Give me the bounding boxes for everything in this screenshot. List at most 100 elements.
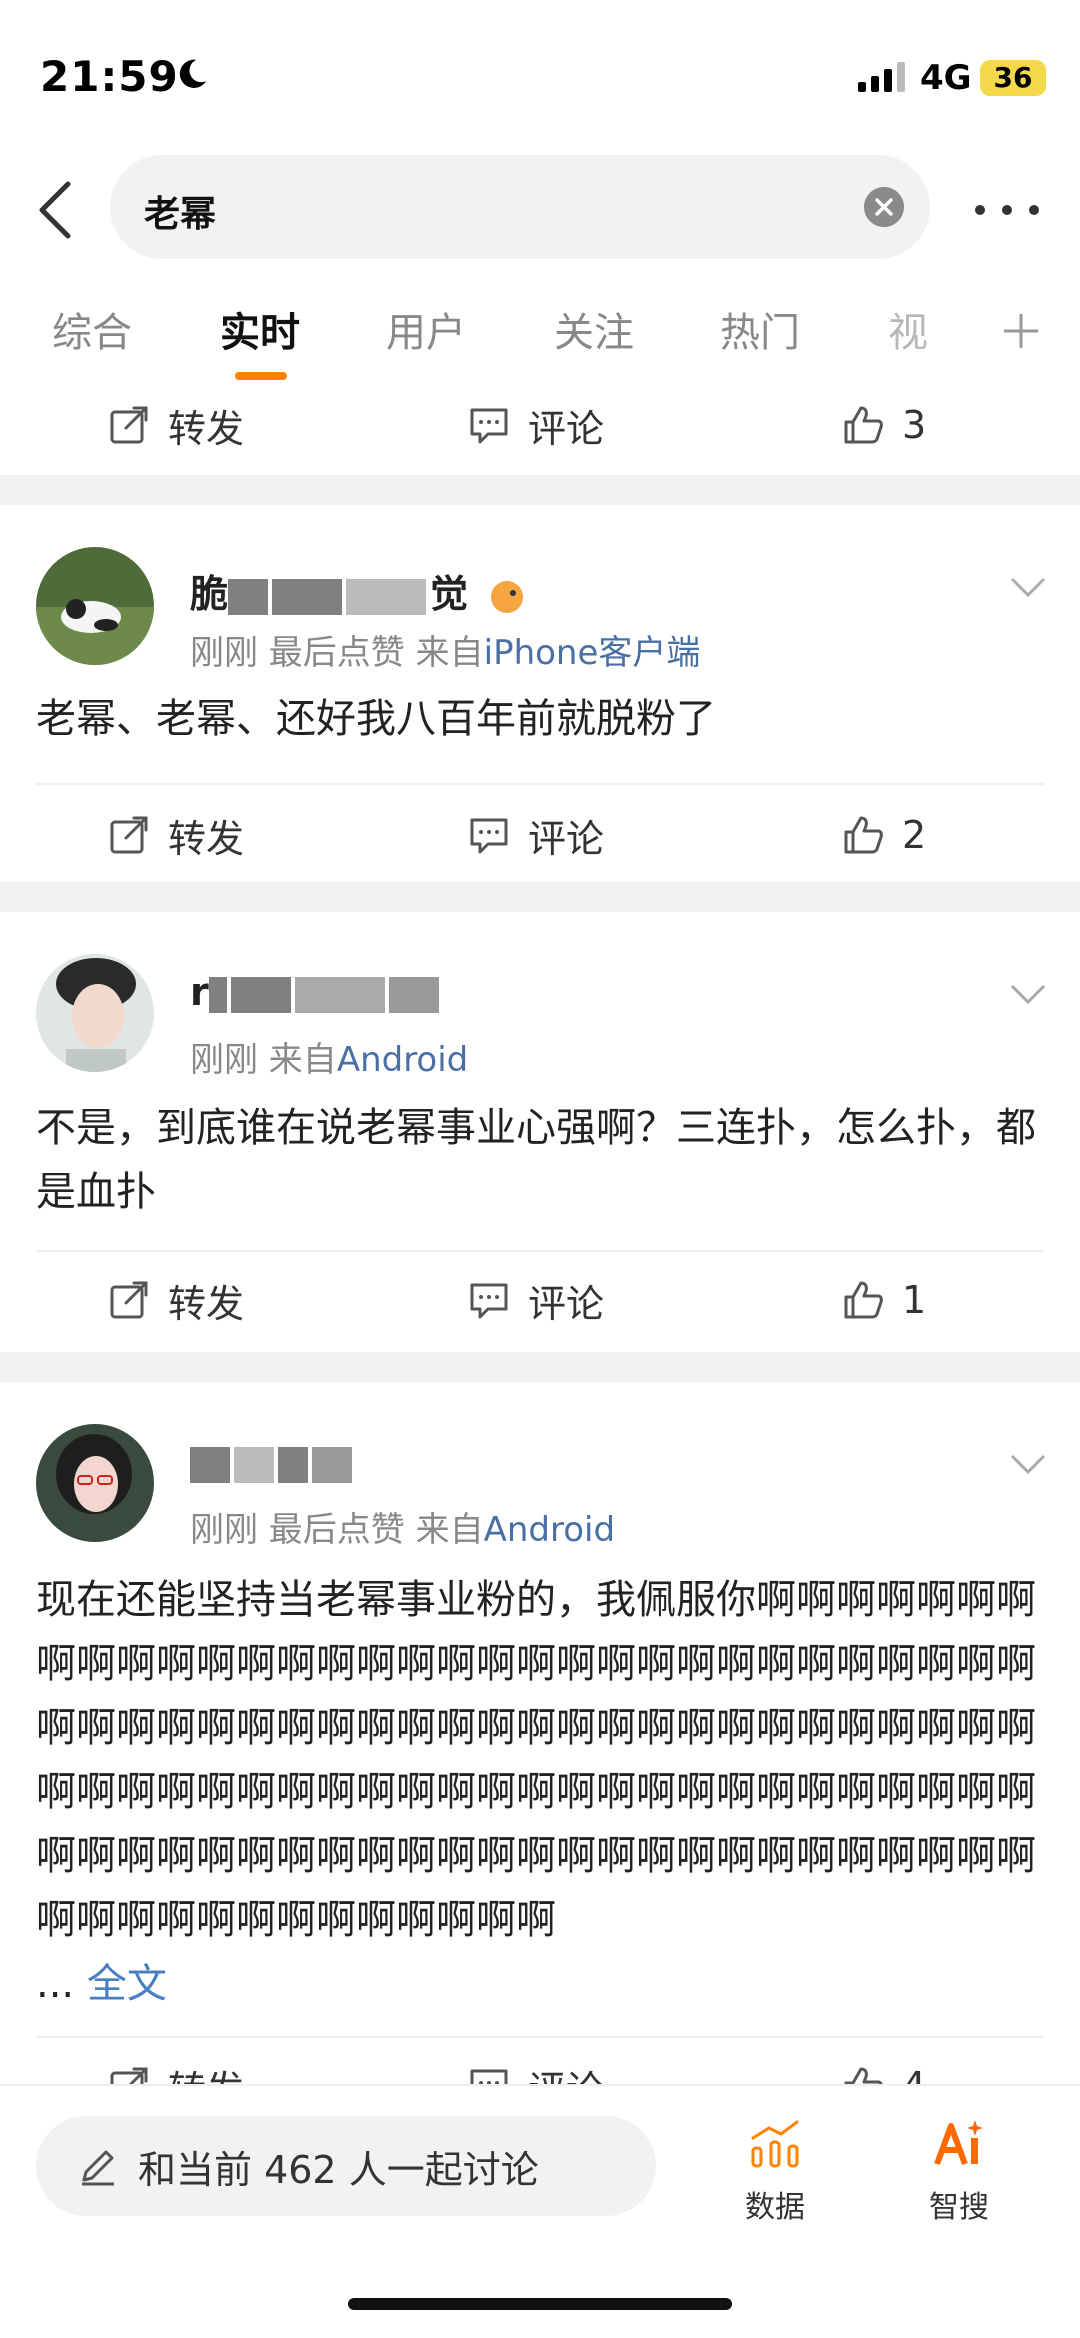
redacted-block [278,1446,308,1483]
username[interactable] [190,1440,356,1484]
post-meta: 刚刚 来自Android [190,1032,468,1081]
post-text-tail: ... 全文 [36,1952,1044,2016]
discuss-input[interactable]: 和当前 462 人一起讨论 [36,2116,656,2216]
comment-label: 评论 [528,816,605,861]
signal-icon [858,62,905,92]
comment-icon [470,818,508,854]
like-icon [844,406,883,444]
chevron-down-icon[interactable] [1008,1452,1048,1476]
post-card[interactable]: 脆觉 刚刚 最后点赞 来自iPhone客户端 老幂、老幂、还好我八百年前就脱粉了… [0,505,1080,885]
ai-search-button[interactable]: 智搜 [904,2116,1014,2226]
redacted-block [190,1446,230,1483]
action-row: 转发 评论 1 [0,1250,1080,1350]
back-arrow-icon[interactable] [30,178,80,242]
moon-icon [179,59,207,88]
post-meta: 刚刚 最后点赞 来自iPhone客户端 [190,625,700,674]
avatar-portrait-image [36,954,154,1072]
chevron-down-icon[interactable] [1008,982,1048,1006]
avatar-portrait-image [36,1424,154,1542]
avatar[interactable] [36,954,154,1072]
chevron-down-icon[interactable] [1008,575,1048,599]
like-count: 2 [902,813,927,857]
like-icon [844,816,883,854]
redacted-block [230,976,291,1013]
source-link[interactable]: Android [337,1040,468,1080]
repost-label: 转发 [168,1281,245,1326]
like-icon [844,1281,883,1319]
status-bar: 21:59 4G 36 [0,0,1080,150]
post-text: 现在还能坚持当老幂事业粉的，我佩服你啊啊啊啊啊啊啊啊啊啊啊啊啊啊啊啊啊啊啊啊啊啊… [36,1568,1044,1952]
comment-icon [470,408,508,444]
discuss-label: 和当前 462 人一起讨论 [138,2147,539,2192]
home-indicator[interactable] [348,2298,732,2310]
section-divider [0,1352,1080,1382]
redacted-block [272,578,343,615]
data-label: 数据 [745,2190,805,2225]
tab-following[interactable]: 关注 [554,300,634,358]
post-text: 不是，到底谁在说老幂事业心强啊？三连扑，怎么扑，都是血扑 [36,1105,1036,1215]
username-text: 脆 [190,572,229,616]
post-text: 老幂、老幂、还好我八百年前就脱粉了 [36,696,716,742]
repost-icon [110,406,148,444]
redacted-block [228,578,269,615]
tab-comprehensive[interactable]: 综合 [52,300,132,358]
repost-icon [110,1281,148,1319]
search-header: 老幂 [0,150,1080,270]
avatar[interactable] [36,1424,154,1542]
ai-label: 智搜 [929,2190,989,2225]
action-row: 转发 评论 2 [0,785,1080,885]
source-link[interactable]: iPhone客户端 [484,633,701,673]
repost-label: 转发 [168,406,245,451]
redacted-block [388,976,439,1013]
avatar-panda-image [36,547,154,665]
comment-icon [470,1283,508,1319]
redacted-block [312,1446,352,1483]
comment-label: 评论 [528,1281,605,1326]
username[interactable]: 脆觉 [190,563,527,618]
repost-button[interactable]: 转发 [108,785,244,885]
tab-video[interactable]: 视 [888,300,928,358]
post-card[interactable]: 刚刚 最后点赞 来自Android 现在还能坚持当老幂事业粉的，我佩服你啊啊啊啊… [0,1382,1080,2112]
add-tab-icon[interactable] [1000,310,1042,352]
repost-icon [110,816,148,854]
like-button[interactable]: 1 [842,1250,926,1350]
comment-button[interactable]: 评论 [468,1250,604,1350]
section-divider [0,475,1080,505]
tab-realtime[interactable]: 实时 [220,300,300,358]
like-button[interactable]: 2 [842,785,926,885]
clear-icon[interactable] [864,187,904,227]
data-button[interactable]: 数据 [720,2116,830,2226]
search-query-text: 老幂 [144,194,217,235]
comment-button[interactable]: 评论 [468,785,604,885]
redacted-block [346,578,427,615]
action-row-top: 转发 评论 3 [0,375,1080,475]
status-time: 21:59 [40,52,179,101]
pencil-icon [82,2150,114,2186]
search-input[interactable]: 老幂 [110,155,930,259]
username-tail: 觉 [430,572,469,616]
more-options-icon[interactable] [972,195,1042,225]
post-text-content: 现在还能坚持当老幂事业粉的，我佩服你啊啊啊啊啊啊啊啊啊啊啊啊啊啊啊啊啊啊啊啊啊啊… [36,1577,1036,1943]
meta-text: 刚刚 来自 [190,1040,337,1080]
post-card[interactable]: r 刚刚 来自Android 不是，到底谁在说老幂事业心强啊？三连扑，怎么扑，都… [0,912,1080,1352]
username[interactable]: r [190,970,443,1014]
battery-indicator: 36 [980,60,1046,96]
data-chart-icon [751,2120,799,2168]
repost-button[interactable]: 转发 [108,375,244,475]
like-count: 1 [902,1278,927,1322]
username-text: r [190,970,209,1014]
tab-hot[interactable]: 热门 [720,300,800,358]
section-divider [0,882,1080,912]
repost-button[interactable]: 转发 [108,1250,244,1350]
ellipsis: ... [36,1961,75,2007]
comment-button[interactable]: 评论 [468,375,604,475]
source-link[interactable]: Android [484,1510,615,1550]
avatar[interactable] [36,547,154,665]
network-type: 4G [920,58,972,98]
tab-users[interactable]: 用户 [386,300,466,358]
like-button[interactable]: 3 [842,375,926,475]
post-meta: 刚刚 最后点赞 来自Android [190,1502,615,1551]
redacted-block [294,976,385,1013]
full-text-link[interactable]: 全文 [87,1961,167,2007]
meta-text: 刚刚 最后点赞 来自 [190,1510,484,1550]
